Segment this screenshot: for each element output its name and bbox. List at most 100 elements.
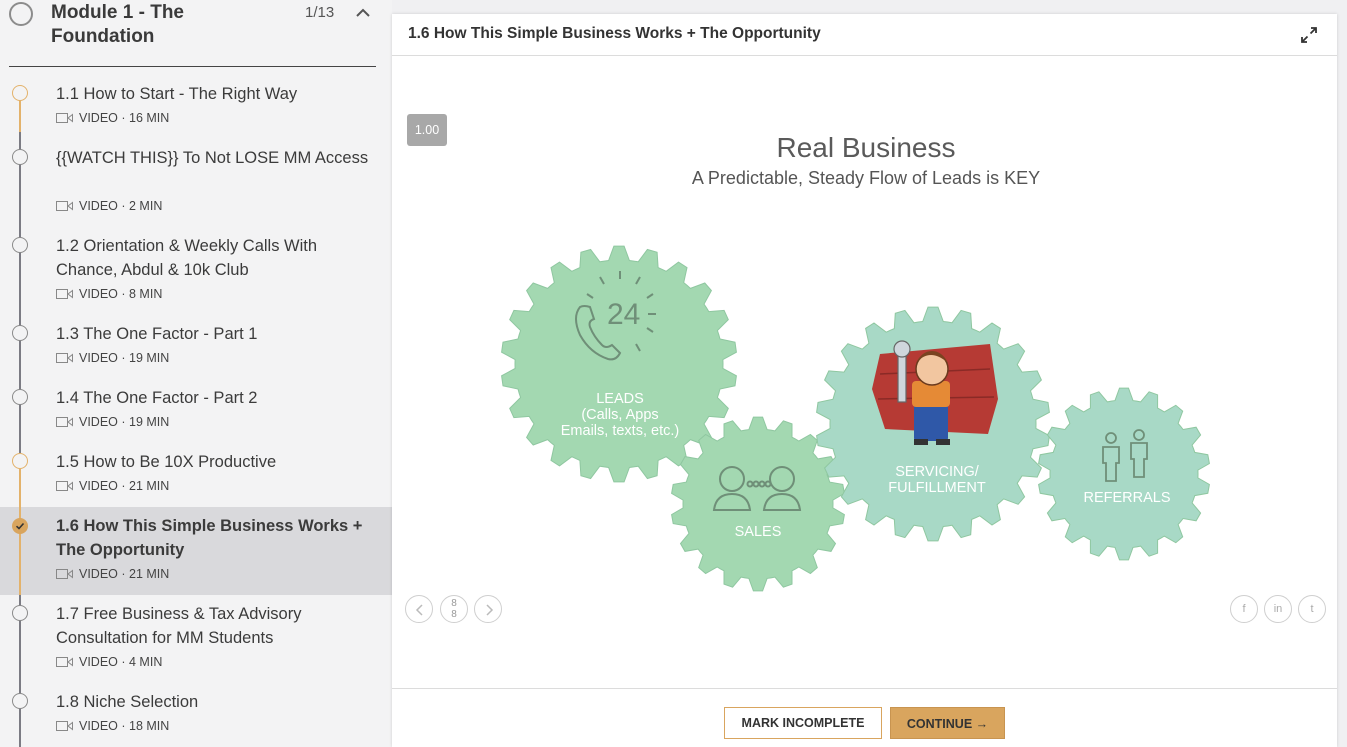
lesson-item[interactable]: 1.7 Free Business & Tax Advisory Consult… [0,595,392,683]
module-header[interactable]: Module 1 - The Foundation 1/13 [0,0,392,68]
referrals-label: REFERRALS [1083,490,1171,506]
in-progress-icon [12,85,28,101]
lesson-item[interactable]: 1.2 Orientation & Weekly Calls With Chan… [0,220,392,308]
lesson-title: 1.6 How This Simple Business Works + The… [56,517,363,559]
servicing-label: SERVICING/ FULFILLMENT [877,464,997,496]
clock-phone-icon: 24 [575,271,656,361]
chevron-left-icon [415,604,423,616]
lesson-title: 1.2 Orientation & Weekly Calls With Chan… [56,237,318,279]
lesson-item[interactable]: 1.4 The One Factor - Part 2 VIDEO · 19 M… [0,372,392,436]
lesson-item[interactable]: 1.1 How to Start - The Right Way VIDEO ·… [0,68,392,132]
lesson-status-icon [12,325,28,341]
lesson-status-icon [12,389,28,405]
lesson-status-icon [12,237,28,253]
expand-icon[interactable] [1300,26,1318,44]
lesson-meta-text: VIDEO · 16 MIN [79,111,170,125]
chevron-right-icon [486,604,494,616]
sales-people-icon [712,466,802,511]
referrals-people-icon [1102,429,1148,482]
lesson-status-icon [12,693,28,709]
lesson-status-icon [12,149,28,165]
lesson-title: 1.1 How to Start - The Right Way [56,85,298,103]
leads-label-line1: LEADS [596,391,644,407]
video-icon [56,289,73,299]
leads-label-line2: (Calls, Apps [581,407,659,423]
progress-line [19,132,21,220]
lesson-heading: 1.6 How This Simple Business Works + The… [408,25,821,42]
lesson-meta: VIDEO · 18 MIN [56,718,169,734]
twitter-icon[interactable]: t [1298,595,1326,623]
lesson-meta: VIDEO · 19 MIN [56,350,169,366]
video-icon [56,417,73,427]
clock-number: 24 [607,298,640,331]
video-icon [56,569,73,579]
lesson-meta-text: VIDEO · 21 MIN [79,567,170,581]
lesson-title: 1.3 The One Factor - Part 1 [56,325,258,343]
leads-label-line3: Emails, texts, etc.) [560,423,680,439]
progress-line [19,100,21,132]
servicing-label-line1: SERVICING/ [895,464,979,480]
in-progress-icon [12,453,28,469]
handyman-illustration [872,340,998,445]
video-icon [56,481,73,491]
facebook-icon[interactable]: f [1230,595,1258,623]
slide-title: Real Business [776,132,956,163]
lesson-meta: VIDEO · 21 MIN [56,566,169,582]
module-lesson-count: 1/13 [305,4,335,21]
lesson-meta-text: VIDEO · 18 MIN [79,719,170,733]
lesson-meta: VIDEO · 2 MIN [56,198,162,214]
lesson-title: 1.4 The One Factor - Part 2 [56,389,258,407]
content-header: 1.6 How This Simple Business Works + The… [392,14,1337,56]
lesson-item-active[interactable]: 1.6 How This Simple Business Works + The… [0,507,392,595]
module-title: Module 1 - The Foundation [51,2,184,47]
lesson-meta-text: VIDEO · 2 MIN [79,199,163,213]
lesson-footer: MARK INCOMPLETE CONTINUE → [392,688,1337,747]
gears-diagram: 24 LEADS (Calls, Apps Emails, texts, etc… [492,224,1222,594]
module-progress-icon [9,2,33,26]
page-current: 8 [451,598,457,609]
video-icon [56,657,73,667]
lesson-meta: VIDEO · 4 MIN [56,654,162,670]
lesson-title: 1.5 How to Be 10X Productive [56,453,277,471]
lesson-item[interactable]: {{WATCH THIS}} To Not LOSE MM Access VID… [0,132,392,220]
linkedin-icon[interactable]: in [1264,595,1292,623]
leads-label: LEADS (Calls, Apps Emails, texts, etc.) [540,391,700,439]
lesson-meta: VIDEO · 19 MIN [56,414,169,430]
sales-label: SALES [734,524,782,540]
continue-button[interactable]: CONTINUE → [890,707,1005,739]
lesson-title: 1.8 Niche Selection [56,693,199,711]
servicing-label-line2: FULFILLMENT [888,480,986,496]
video-icon [56,353,73,363]
module-divider [9,66,376,67]
slide-subtitle: A Predictable, Steady Flow of Leads is K… [691,168,1041,188]
previous-slide-button[interactable] [405,595,433,623]
video-icon [56,201,73,211]
check-icon [12,518,28,534]
lesson-meta-text: VIDEO · 4 MIN [79,655,163,669]
video-icon [56,721,73,731]
page-total: 8 [451,609,457,620]
lesson-title: {{WATCH THIS}} To Not LOSE MM Access [56,149,369,167]
lesson-sidebar: Module 1 - The Foundation 1/13 1.1 How t… [0,0,392,747]
next-slide-button[interactable] [474,595,502,623]
slide-page-indicator: 8 8 [440,595,468,623]
chevron-up-icon[interactable] [355,6,371,20]
lesson-meta-text: VIDEO · 19 MIN [79,351,170,365]
lesson-meta: VIDEO · 16 MIN [56,110,169,126]
lesson-title: 1.7 Free Business & Tax Advisory Consult… [56,605,302,647]
lesson-meta-text: VIDEO · 19 MIN [79,415,170,429]
mark-incomplete-button[interactable]: MARK INCOMPLETE [724,707,882,739]
lesson-status-icon [12,605,28,621]
video-icon [56,113,73,123]
lesson-item[interactable]: 1.5 How to Be 10X Productive VIDEO · 21 … [0,436,392,507]
progress-line [19,220,21,308]
lesson-item[interactable]: 1.8 Niche Selection VIDEO · 18 MIN [0,683,392,747]
progress-line [19,436,21,453]
lesson-content-panel: 1.6 How This Simple Business Works + The… [392,14,1337,747]
lesson-meta: VIDEO · 21 MIN [56,478,169,494]
lesson-meta: VIDEO · 8 MIN [56,286,162,302]
lesson-meta-text: VIDEO · 8 MIN [79,287,163,301]
lesson-item[interactable]: 1.3 The One Factor - Part 1 VIDEO · 19 M… [0,308,392,372]
progress-line [19,469,21,507]
lesson-meta-text: VIDEO · 21 MIN [79,479,170,493]
